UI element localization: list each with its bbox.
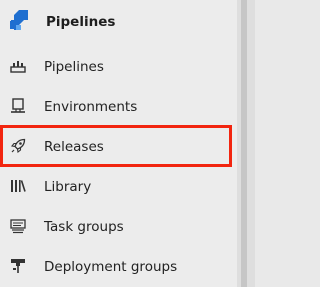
sidebar-item-environments[interactable]: Environments [0,87,237,127]
sidebar-item-library[interactable]: Library [0,167,237,207]
scrollbar-thumb[interactable] [241,0,247,287]
environment-icon [10,98,26,114]
sidebar-item-task-groups[interactable]: Task groups [0,207,237,247]
sidebar-item-releases[interactable]: Releases [0,127,237,167]
sidebar-item-label: Environments [44,99,138,115]
sidebar-item-label: Releases [44,139,104,155]
rocket-icon [10,138,26,154]
sidebar-item-pipelines[interactable]: Pipelines [0,47,237,87]
sidebar-item-label: Task groups [44,219,124,235]
sidebar-header[interactable]: Pipelines [0,0,237,46]
pipeline-icon [10,58,26,74]
pipelines-logo-icon [8,9,30,31]
task-groups-icon [10,218,26,234]
sidebar-item-deployment-groups[interactable]: Deployment groups [0,247,237,287]
page-title: Pipelines [46,14,116,30]
sidebar-item-label: Pipelines [44,59,104,75]
library-icon [10,178,26,194]
deployment-groups-icon [10,258,26,274]
sidebar-item-label: Library [44,179,92,195]
sidebar-item-label: Deployment groups [44,259,178,275]
sidebar: Pipelines Pipelines Environments Release… [0,0,237,287]
